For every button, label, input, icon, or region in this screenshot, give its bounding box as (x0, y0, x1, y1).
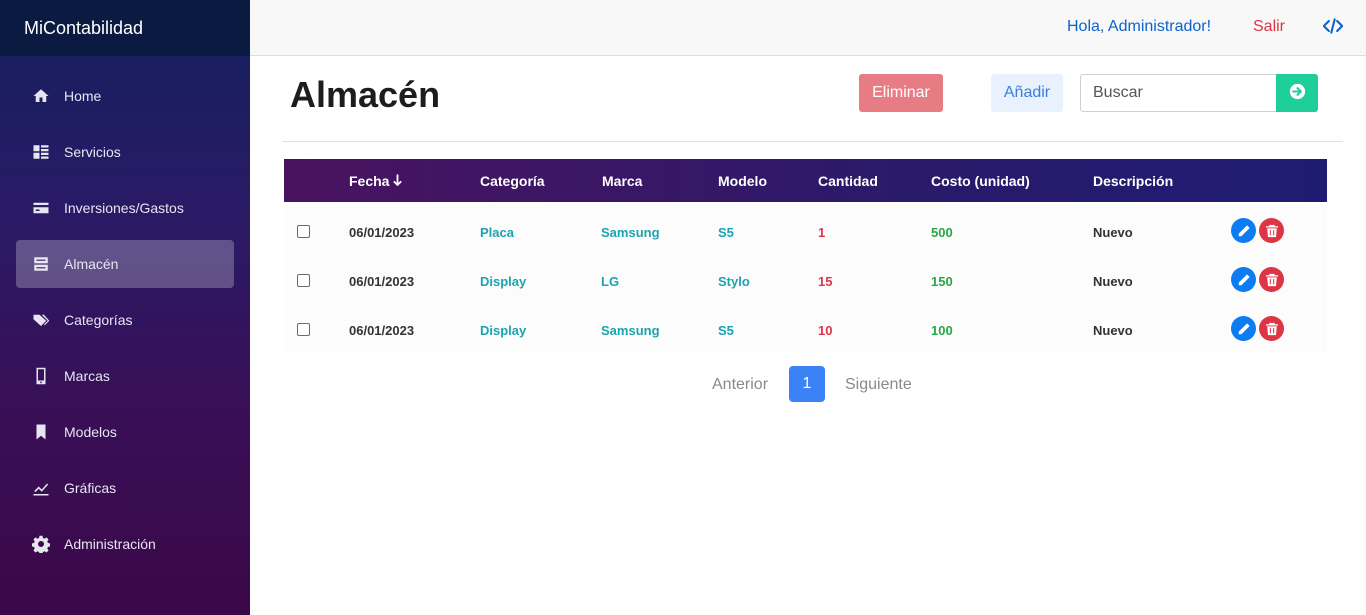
cell-costo: 150 (931, 274, 953, 289)
header-divider (282, 141, 1343, 142)
cell-cantidad: 1 (818, 225, 826, 240)
cell-modelo: Stylo (718, 274, 750, 289)
cell-modelo: S5 (718, 323, 734, 338)
delete-row-button[interactable] (1259, 316, 1284, 341)
cell-descripcion: Nuevo (1093, 274, 1133, 289)
sidebar-item-label: Almacén (64, 256, 119, 272)
brand-title[interactable]: MiContabilidad (0, 0, 250, 56)
header-categoria[interactable]: Categoría (480, 173, 545, 189)
table-row: 06/01/2023 Placa Samsung S5 1 500 Nuevo (284, 205, 1327, 254)
edit-button[interactable] (1231, 267, 1256, 292)
sidebar-nav: Home Servicios Inversiones/Gastos Almacé… (0, 56, 250, 568)
cell-costo: 100 (931, 323, 953, 338)
arrow-right-circle-icon (1289, 83, 1306, 103)
user-greeting-link[interactable]: Hola, Administrador! (1067, 18, 1211, 36)
sidebar-item-inversiones[interactable]: Inversiones/Gastos (16, 184, 234, 232)
cell-costo: 500 (931, 225, 953, 240)
home-icon (32, 87, 50, 105)
sidebar-item-label: Administración (64, 536, 156, 552)
pagination-prev[interactable]: Anterior (712, 376, 768, 394)
sort-arrow-down-icon (393, 173, 402, 189)
sidebar-item-label: Servicios (64, 144, 121, 160)
topbar: Hola, Administrador! Salir (250, 0, 1366, 56)
delete-row-button[interactable] (1259, 218, 1284, 243)
sidebar-item-label: Home (64, 88, 102, 104)
trash-icon (1265, 224, 1278, 237)
trash-icon (1265, 273, 1278, 286)
gear-icon (32, 535, 50, 553)
card-icon (32, 199, 50, 217)
bookmark-icon (32, 423, 50, 441)
header-modelo[interactable]: Modelo (718, 173, 767, 189)
table-header: Fecha Categoría Marca Modelo Cantidad Co… (284, 159, 1327, 202)
cell-cantidad: 15 (818, 274, 833, 289)
search-submit-button[interactable] (1276, 74, 1318, 112)
sidebar-item-home[interactable]: Home (16, 72, 234, 120)
table-row: 06/01/2023 Display Samsung S5 10 100 Nue… (284, 303, 1327, 352)
add-button[interactable]: Añadir (991, 74, 1063, 112)
row-checkbox[interactable] (297, 323, 310, 336)
code-icon[interactable] (1322, 17, 1344, 37)
sidebar-item-label: Gráficas (64, 480, 117, 496)
cell-marca: LG (601, 274, 620, 289)
sidebar-item-graficas[interactable]: Gráficas (16, 464, 234, 512)
services-icon (32, 143, 50, 161)
edit-button[interactable] (1231, 218, 1256, 243)
sidebar-item-almacen[interactable]: Almacén (16, 240, 234, 288)
cell-fecha: 06/01/2023 (349, 225, 415, 240)
sidebar-item-servicios[interactable]: Servicios (16, 128, 234, 176)
sidebar-item-label: Categorías (64, 312, 133, 328)
search-input[interactable] (1080, 74, 1277, 112)
cell-marca: Samsung (601, 323, 660, 338)
cell-fecha: 06/01/2023 (349, 274, 415, 289)
sidebar-item-modelos[interactable]: Modelos (16, 408, 234, 456)
logout-link[interactable]: Salir (1253, 18, 1285, 36)
table-row: 06/01/2023 Display LG Stylo 15 150 Nuevo (284, 254, 1327, 303)
cell-categoria: Display (480, 274, 527, 289)
pencil-icon (1238, 224, 1250, 236)
cell-marca: Samsung (601, 225, 660, 240)
trash-icon (1265, 322, 1278, 335)
header-cantidad[interactable]: Cantidad (818, 173, 878, 189)
header-fecha[interactable]: Fecha (349, 173, 402, 189)
pencil-icon (1238, 322, 1250, 334)
pencil-icon (1238, 273, 1250, 285)
sidebar-item-label: Marcas (64, 368, 110, 384)
sidebar-item-marcas[interactable]: Marcas (16, 352, 234, 400)
sidebar-item-label: Inversiones/Gastos (64, 200, 184, 216)
edit-button[interactable] (1231, 316, 1256, 341)
header-marca[interactable]: Marca (602, 173, 642, 189)
storage-icon (32, 255, 50, 273)
sidebar-item-administracion[interactable]: Administración (16, 520, 234, 568)
sidebar: MiContabilidad Home Servicios Inversione… (0, 0, 250, 615)
row-checkbox[interactable] (297, 225, 310, 238)
sidebar-item-label: Modelos (64, 424, 117, 440)
pagination-next[interactable]: Siguiente (845, 376, 912, 394)
delete-button[interactable]: Eliminar (859, 74, 943, 112)
delete-row-button[interactable] (1259, 267, 1284, 292)
cell-categoria: Placa (480, 225, 514, 240)
page-title: Almacén (290, 74, 441, 115)
phone-icon (32, 367, 50, 385)
cell-modelo: S5 (718, 225, 734, 240)
cell-cantidad: 10 (818, 323, 833, 338)
row-checkbox[interactable] (297, 274, 310, 287)
chart-icon (32, 479, 50, 497)
tags-icon (32, 311, 50, 329)
cell-descripcion: Nuevo (1093, 225, 1133, 240)
cell-descripcion: Nuevo (1093, 323, 1133, 338)
header-descripcion[interactable]: Descripción (1093, 173, 1173, 189)
pagination-page-current[interactable]: 1 (789, 366, 825, 402)
header-costo[interactable]: Costo (unidad) (931, 173, 1030, 189)
cell-fecha: 06/01/2023 (349, 323, 415, 338)
sidebar-item-categorias[interactable]: Categorías (16, 296, 234, 344)
cell-categoria: Display (480, 323, 527, 338)
